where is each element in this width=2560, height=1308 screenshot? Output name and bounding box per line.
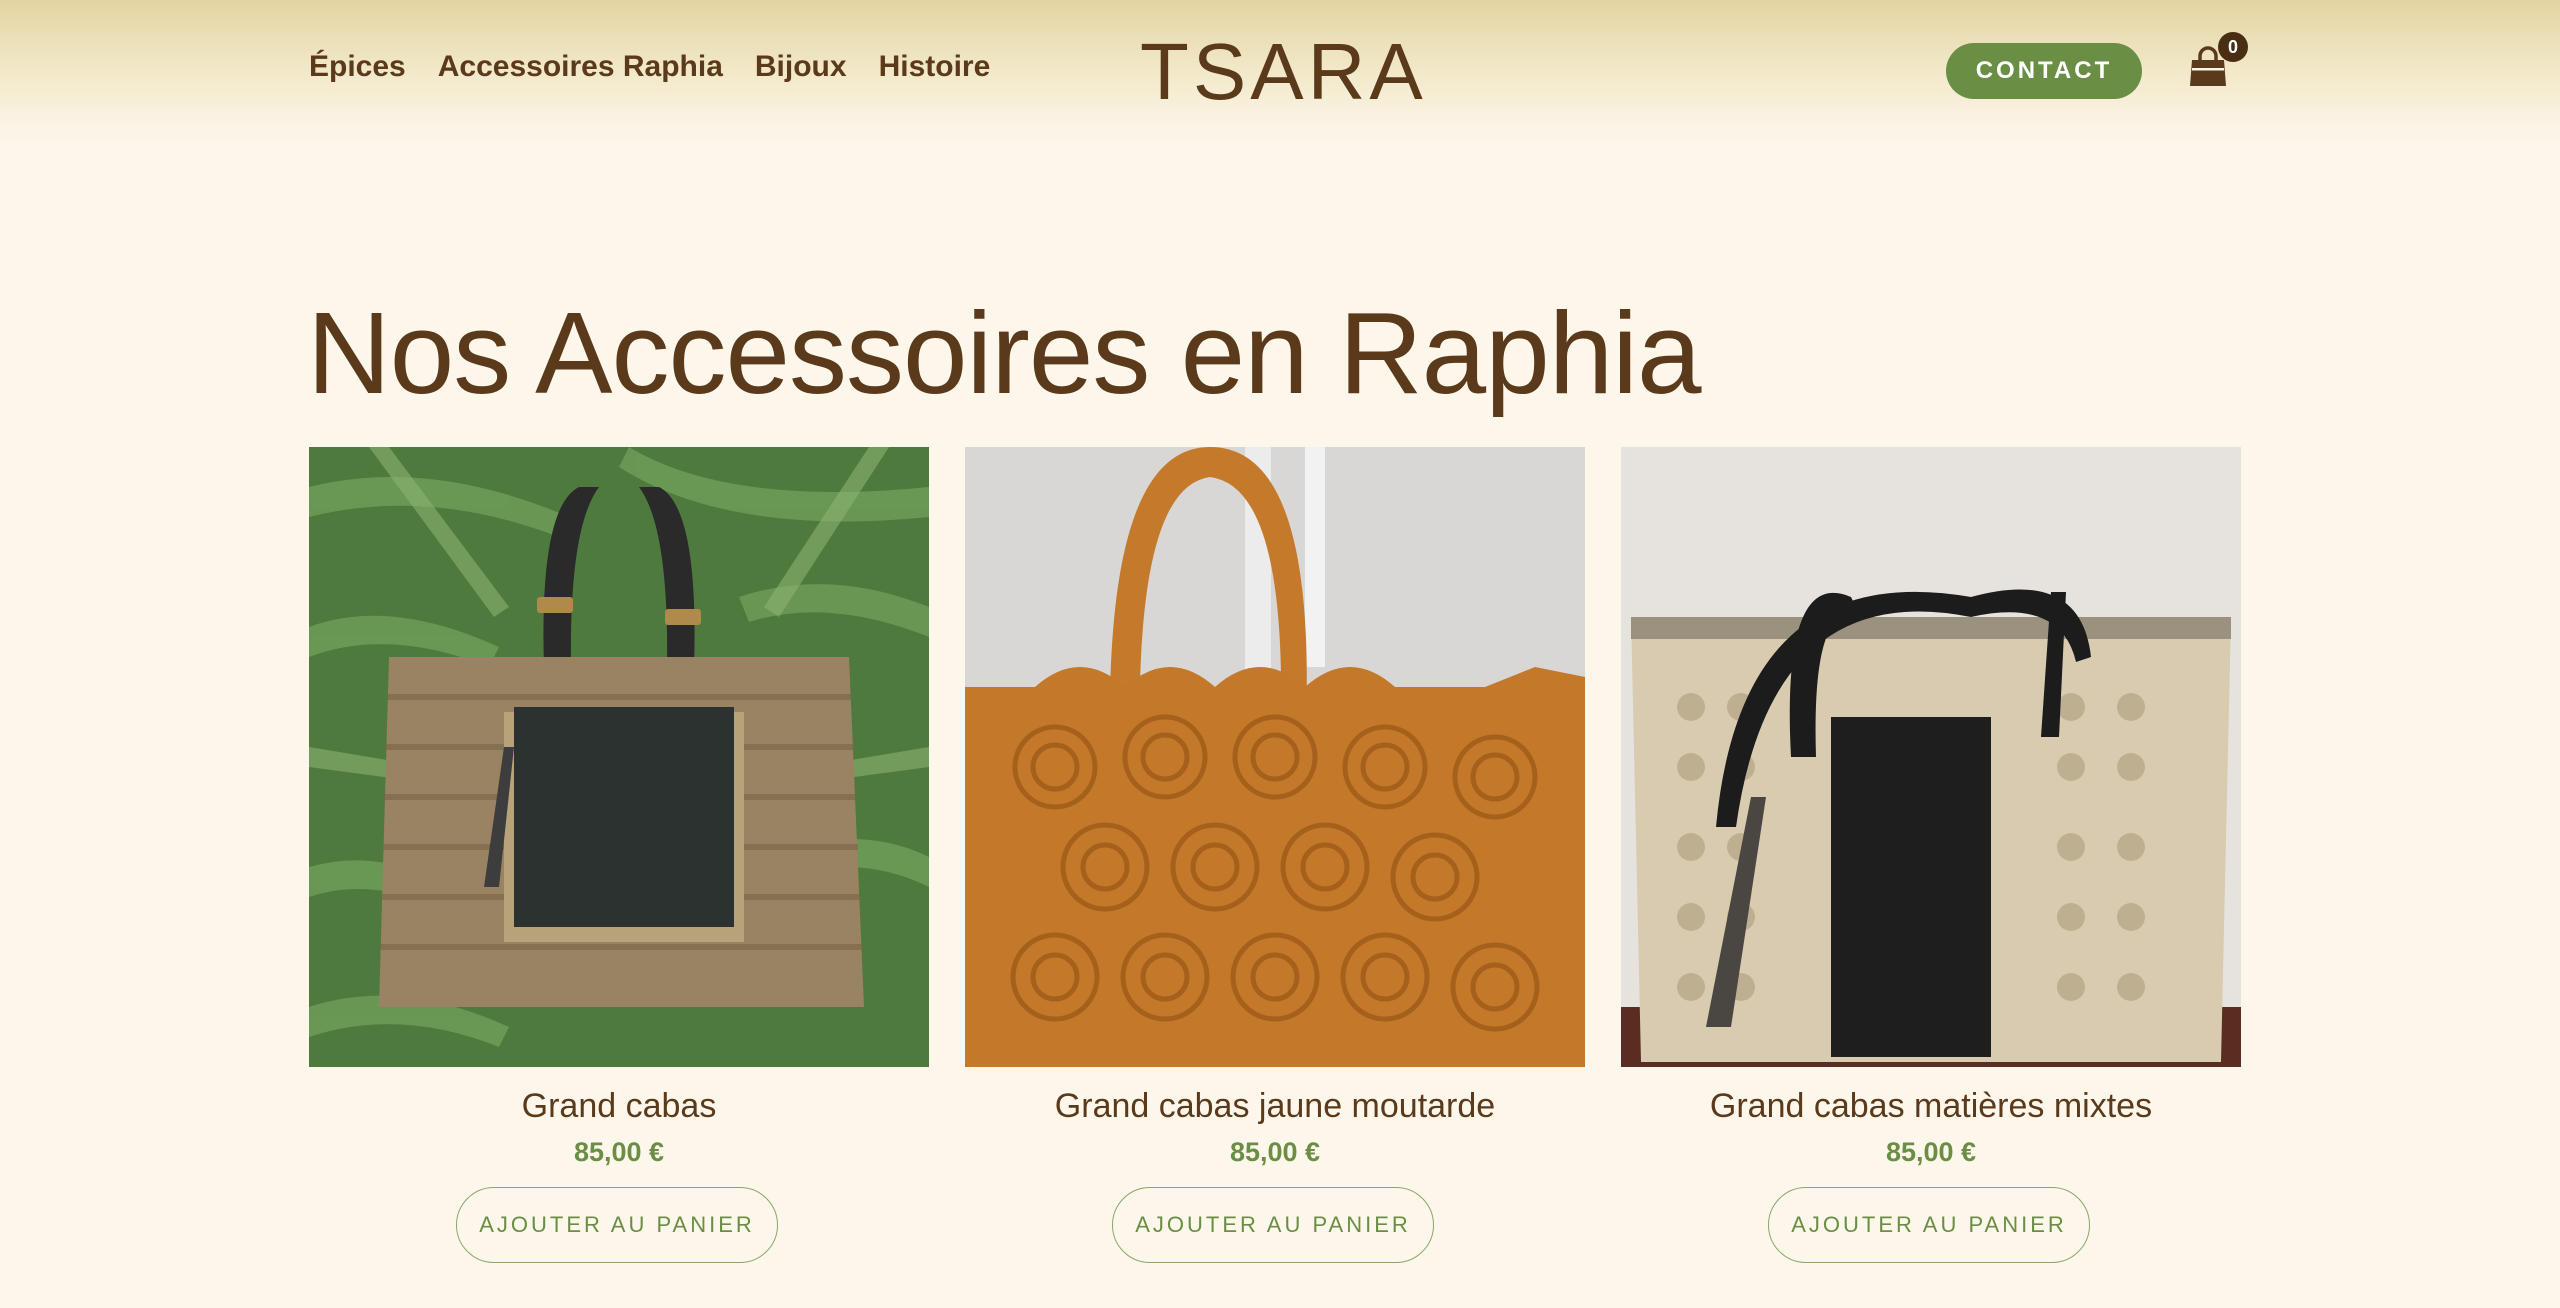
add-to-cart-button[interactable]: AJOUTER AU PANIER bbox=[1768, 1187, 2090, 1263]
add-to-cart-button[interactable]: AJOUTER AU PANIER bbox=[456, 1187, 778, 1263]
product-price: 85,00 € bbox=[1885, 1137, 1977, 1167]
cart-count-badge: 0 bbox=[2218, 32, 2248, 62]
product-card: Grand cabas jaune moutarde 85,00 € AJOUT… bbox=[965, 447, 1585, 1267]
nav-item-accessoires-raphia[interactable]: Accessoires Raphia bbox=[438, 50, 723, 84]
product-card: Grand cabas 85,00 € AJOUTER AU PANIER bbox=[309, 447, 929, 1267]
product-image-grand-cabas-jaune-moutarde[interactable] bbox=[965, 447, 1585, 1067]
cart-button[interactable]: 0 bbox=[2186, 32, 2248, 94]
site-header: Épices Accessoires Raphia Bijoux Histoir… bbox=[0, 0, 2560, 145]
product-grid: Grand cabas 85,00 € AJOUTER AU PANIER Gr… bbox=[309, 447, 2241, 1267]
page-title: Nos Accessoires en Raphia bbox=[307, 288, 1702, 418]
add-to-cart-button[interactable]: AJOUTER AU PANIER bbox=[1112, 1187, 1434, 1263]
nav-item-bijoux[interactable]: Bijoux bbox=[755, 50, 847, 84]
product-card: Grand cabas matières mixtes 85,00 € AJOU… bbox=[1621, 447, 2241, 1267]
product-price: 85,00 € bbox=[573, 1137, 665, 1167]
contact-button[interactable]: CONTACT bbox=[1946, 43, 2142, 99]
product-image-grand-cabas[interactable] bbox=[309, 447, 929, 1067]
product-name[interactable]: Grand cabas bbox=[309, 1087, 929, 1126]
nav-item-epices[interactable]: Épices bbox=[309, 50, 406, 84]
product-image-grand-cabas-matieres-mixtes[interactable] bbox=[1621, 447, 2241, 1067]
nav-item-histoire[interactable]: Histoire bbox=[879, 50, 991, 84]
site-logo[interactable]: TSARA bbox=[1140, 26, 1427, 118]
product-name[interactable]: Grand cabas jaune moutarde bbox=[965, 1087, 1585, 1126]
product-price: 85,00 € bbox=[1229, 1137, 1321, 1167]
product-name[interactable]: Grand cabas matières mixtes bbox=[1621, 1087, 2241, 1126]
main-nav: Épices Accessoires Raphia Bijoux Histoir… bbox=[309, 50, 990, 84]
